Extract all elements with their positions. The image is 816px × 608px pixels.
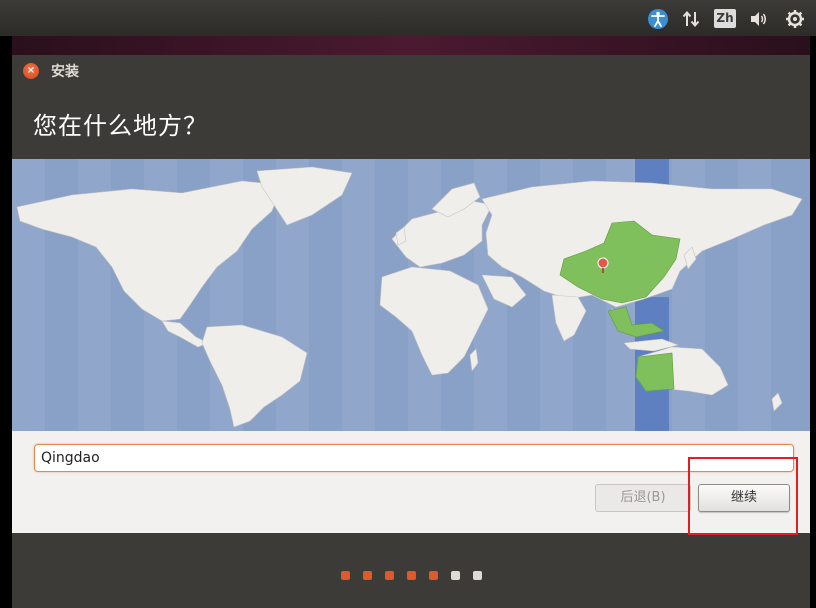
settings-icon[interactable] [784,8,806,30]
accessibility-icon[interactable] [647,8,669,30]
progress-dot-done [384,571,394,580]
annotation-highlight-box [688,457,798,535]
world-map-graphic [12,159,803,431]
volume-icon[interactable] [748,8,770,30]
close-button[interactable]: × [23,63,39,79]
timezone-map[interactable] [12,159,810,431]
page-title: 您在什么地方？ [33,112,208,140]
back-button[interactable]: 后退(B) [595,484,691,512]
desktop-background [12,36,810,55]
progress-dot-done [362,571,372,580]
right-edge [810,36,816,608]
progress-dot-pending [472,571,482,580]
window-title: 安装 [51,64,79,80]
progress-dot-done [406,571,416,580]
progress-dot-done [428,571,438,580]
keyboard-layout-indicator[interactable]: Zh [714,9,736,28]
network-icon[interactable] [680,8,702,30]
progress-dot-pending [450,571,460,580]
progress-dot-done [340,571,350,580]
timezone-band-top [635,159,669,185]
location-input[interactable] [34,444,794,472]
window-titlebar[interactable]: × 安装 [12,55,810,85]
install-progress [12,567,810,587]
left-edge [0,36,12,608]
top-panel: Zh [0,0,816,36]
